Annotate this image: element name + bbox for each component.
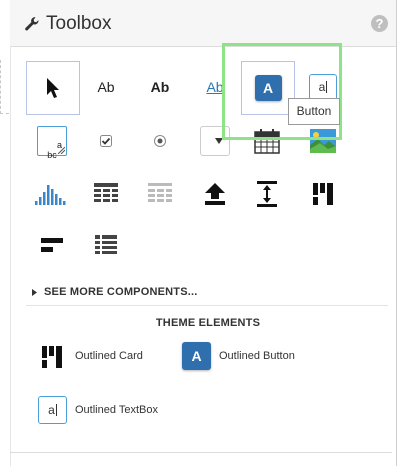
radio-icon — [154, 135, 166, 147]
bar-chart-icon — [35, 185, 66, 205]
data-grid-tool[interactable] — [80, 168, 132, 220]
outlined-card-label: Outlined Card — [75, 350, 143, 362]
help-icon[interactable]: ? — [371, 15, 388, 32]
gallery-tool[interactable] — [134, 168, 186, 220]
checkbox-tool[interactable] — [80, 115, 132, 167]
light-grid-icon — [148, 183, 172, 202]
wrench-icon — [25, 17, 39, 31]
theme-elements-heading: THEME ELEMENTS — [155, 317, 261, 329]
see-more-components[interactable]: SEE MORE COMPONENTS... — [32, 286, 198, 298]
outlined-card-item[interactable]: Outlined Card — [38, 344, 178, 370]
label-tool-text: Ab — [97, 79, 115, 95]
outlined-textbox-icon: a — [38, 396, 67, 424]
list-view-icon — [95, 235, 117, 254]
upload-icon — [205, 183, 225, 205]
divider — [26, 305, 388, 306]
outlined-button-icon: A — [182, 342, 211, 370]
see-more-label: SEE MORE COMPONENTS... — [44, 286, 198, 298]
toolbox-header: Toolbox ? — [10, 0, 396, 47]
columns-tool[interactable] — [297, 168, 349, 220]
outlined-button-item[interactable]: A Outlined Button — [180, 342, 340, 372]
bottom-divider — [10, 452, 392, 453]
caret-right-icon — [32, 288, 37, 296]
canvas-edge — [0, 60, 9, 114]
button-tooltip: Button — [288, 98, 340, 125]
outlined-card-icon — [42, 346, 62, 368]
highlight-box — [222, 43, 342, 140]
left-border — [10, 46, 11, 466]
columns-icon — [313, 183, 333, 205]
spacer-tool[interactable] — [241, 168, 293, 220]
list-tool[interactable] — [80, 220, 132, 272]
pointer-tool[interactable] — [26, 61, 80, 115]
outlined-button-label: Outlined Button — [219, 350, 295, 362]
bold-label-tool[interactable]: Ab — [134, 61, 186, 113]
textarea-tool[interactable]: a bc — [26, 115, 78, 167]
chart-tool[interactable] — [26, 168, 78, 220]
link-tool-text: Ab — [206, 79, 224, 95]
checkbox-icon — [100, 135, 112, 147]
progress-tool[interactable] — [26, 220, 78, 272]
spacer-icon — [257, 181, 277, 207]
toolbox-title: Toolbox — [24, 13, 112, 35]
outlined-textbox-item[interactable]: a Outlined TextBox — [38, 396, 188, 424]
toolbox-title-text: Toolbox — [46, 13, 112, 34]
data-grid-icon — [94, 183, 118, 202]
progress-bar-icon — [41, 238, 63, 252]
upload-tool[interactable] — [189, 168, 241, 220]
label-tool[interactable]: Ab — [80, 61, 132, 113]
outlined-textbox-label: Outlined TextBox — [75, 404, 158, 416]
bold-label-tool-text: Ab — [150, 79, 170, 95]
textarea-icon: a bc — [37, 126, 67, 160]
cursor-arrow-icon — [47, 78, 59, 98]
outlined-textbox-icon-text: a — [48, 403, 55, 417]
radio-tool[interactable] — [134, 115, 186, 167]
